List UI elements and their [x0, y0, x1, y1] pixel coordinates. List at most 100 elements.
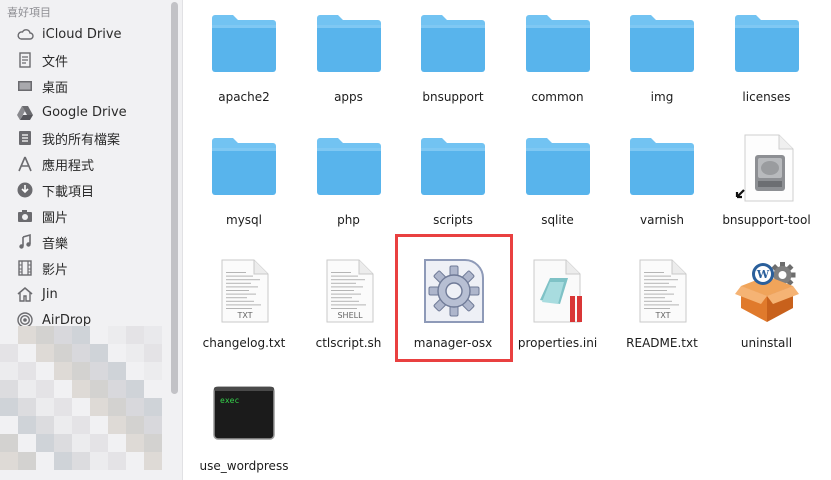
blurred-sidebar-area: [0, 326, 170, 480]
sidebar-item-音樂[interactable]: 音樂: [14, 230, 174, 254]
file-item-use-wordpress[interactable]: exec use_wordpress: [192, 379, 296, 480]
sidebar-item-label: 圖片: [42, 210, 69, 226]
sidebar-item-label: iCloud Drive: [42, 26, 122, 42]
file-name: changelog.txt: [202, 336, 286, 350]
sidebar-item-下載項目[interactable]: 下載項目: [14, 178, 174, 202]
file-grid: apache2 apps bnsupport common img licenses mys…: [184, 0, 831, 480]
file-item-properties-ini[interactable]: properties.ini: [506, 256, 610, 366]
folder-icon: [419, 133, 487, 203]
svg-text:exec: exec: [220, 396, 239, 405]
sidebar-scrollbar[interactable]: [171, 2, 178, 394]
sidebar-item-icloud-drive[interactable]: iCloud Drive: [14, 22, 174, 46]
file-item-scripts[interactable]: scripts: [401, 133, 505, 243]
sidebar-item-圖片[interactable]: 圖片: [14, 204, 174, 228]
sidebar-item-文件[interactable]: 文件: [14, 48, 174, 72]
all-files-icon: [14, 128, 36, 148]
file-item-apps[interactable]: apps: [297, 10, 401, 120]
file-name: apps: [334, 90, 363, 104]
file-name: common: [531, 90, 584, 104]
file-item-php[interactable]: php: [297, 133, 401, 243]
file-item-img[interactable]: img: [610, 10, 714, 120]
sidebar-item-label: Google Drive: [42, 104, 127, 120]
file-name: use_wordpress: [199, 459, 289, 473]
file-name: scripts: [433, 213, 473, 227]
sidebar-item-label: 影片: [42, 262, 69, 278]
file-item-ctlscript-sh[interactable]: SHELL ctlscript.sh: [297, 256, 401, 366]
applications-icon: [14, 154, 36, 174]
file-item-uninstall[interactable]: Wuninstall: [715, 256, 819, 366]
folder-icon: [210, 133, 278, 203]
file-name: manager-osx: [413, 336, 493, 350]
sidebar-item-label: Jin: [42, 286, 58, 302]
sidebar: 喜好項目 iCloud Drive 文件桌面 Google Drive 我的所有檔案應…: [0, 0, 183, 480]
file-item-licenses[interactable]: licenses: [715, 10, 819, 120]
folder-icon: [315, 10, 383, 80]
finder-window: 喜好項目 iCloud Drive 文件桌面 Google Drive 我的所有檔案應…: [0, 0, 831, 480]
file-name: bnsupport: [422, 90, 484, 104]
svg-text:TXT: TXT: [654, 311, 670, 320]
file-item-mysql[interactable]: mysql: [192, 133, 296, 243]
folder-icon: [524, 133, 592, 203]
disk-alias-icon: [733, 133, 801, 203]
file-name: uninstall: [740, 336, 793, 350]
file-name: ctlscript.sh: [315, 336, 382, 350]
installer-package-icon: W: [733, 256, 801, 326]
folder-icon: [419, 10, 487, 80]
text-document-icon: TXT: [210, 256, 278, 326]
sidebar-item-label: 我的所有檔案: [42, 132, 121, 148]
file-item-sqlite[interactable]: sqlite: [506, 133, 610, 243]
sidebar-item-桌面[interactable]: 桌面: [14, 74, 174, 98]
google-drive-icon: [14, 102, 36, 122]
file-name: README.txt: [626, 336, 698, 350]
document-icon: [14, 50, 36, 70]
text-document-icon: TXT: [628, 256, 696, 326]
file-item-changelog-txt[interactable]: TXT changelog.txt: [192, 256, 296, 366]
desktop-icon: [14, 76, 36, 96]
terminal-executable-icon: exec: [210, 379, 278, 449]
file-name: bnsupport-tool: [722, 213, 811, 227]
sidebar-item-google-drive[interactable]: Google Drive: [14, 100, 174, 124]
file-item-apache2[interactable]: apache2: [192, 10, 296, 120]
file-name: mysql: [226, 213, 262, 227]
sidebar-item-我的所有檔案[interactable]: 我的所有檔案: [14, 126, 174, 150]
file-name: licenses: [742, 90, 791, 104]
home-icon: [14, 284, 36, 304]
file-item-bnsupport-tool[interactable]: bnsupport-tool: [715, 133, 819, 243]
ini-document-icon: [524, 256, 592, 326]
sidebar-item-label: 下載項目: [42, 184, 95, 200]
folder-icon: [628, 10, 696, 80]
sidebar-item-jin[interactable]: Jin: [14, 282, 174, 306]
file-item-readme-txt[interactable]: TXT README.txt: [610, 256, 714, 366]
folder-icon: [733, 10, 801, 80]
sidebar-item-label: 文件: [42, 54, 69, 70]
file-name: php: [337, 213, 360, 227]
camera-icon: [14, 206, 36, 226]
file-name: properties.ini: [517, 336, 598, 350]
file-name: varnish: [640, 213, 684, 227]
file-item-varnish[interactable]: varnish: [610, 133, 714, 243]
file-item-bnsupport[interactable]: bnsupport: [401, 10, 505, 120]
file-name: img: [650, 90, 674, 104]
file-item-common[interactable]: common: [506, 10, 610, 120]
file-name: apache2: [218, 90, 270, 104]
sidebar-item-應用程式[interactable]: 應用程式: [14, 152, 174, 176]
folder-icon: [210, 10, 278, 80]
svg-text:SHELL: SHELL: [337, 311, 363, 320]
folder-icon: [315, 133, 383, 203]
sidebar-item-label: 應用程式: [42, 158, 95, 174]
film-icon: [14, 258, 36, 278]
file-item-manager-osx[interactable]: manager-osx: [401, 256, 505, 366]
file-name: sqlite: [541, 213, 574, 227]
svg-text:W: W: [755, 268, 769, 281]
downloads-icon: [14, 180, 36, 200]
music-icon: [14, 232, 36, 252]
text-document-icon: SHELL: [315, 256, 383, 326]
gear-app-icon: [419, 256, 487, 326]
folder-icon: [628, 133, 696, 203]
sidebar-heading: 喜好項目: [7, 6, 51, 19]
folder-icon: [524, 10, 592, 80]
cloud-icon: [14, 24, 36, 44]
sidebar-item-影片[interactable]: 影片: [14, 256, 174, 280]
sidebar-item-label: 桌面: [42, 80, 69, 96]
svg-text:TXT: TXT: [236, 311, 252, 320]
